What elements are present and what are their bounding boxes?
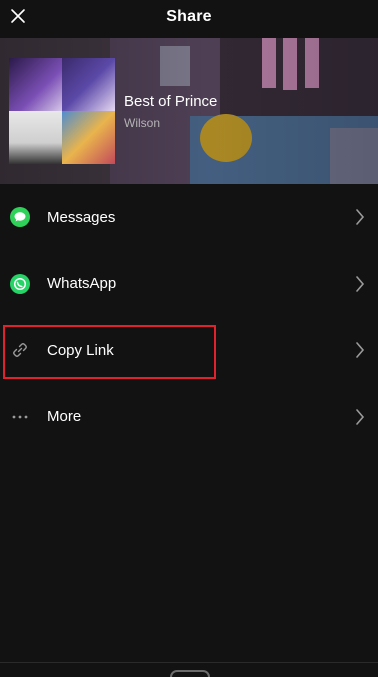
chevron-right-icon: [354, 408, 366, 425]
messages-icon: [10, 207, 30, 228]
album-art-purple-rain: [9, 58, 62, 111]
home-indicator[interactable]: [170, 670, 210, 677]
album-art-1999: [62, 58, 115, 111]
share-options-list: Messages WhatsApp Copy Link More: [0, 184, 378, 450]
chevron-right-icon: [354, 342, 366, 359]
more-icon: [10, 407, 30, 427]
playlist-owner: Wilson: [124, 116, 161, 130]
album-art-prince: [9, 111, 62, 164]
playlist-name: Best of Prince: [124, 93, 218, 110]
share-option-label: Messages: [47, 208, 116, 226]
whatsapp-icon: [10, 273, 30, 294]
chevron-right-icon: [354, 275, 366, 292]
chevron-right-icon: [354, 209, 366, 226]
share-option-messages[interactable]: Messages: [0, 184, 378, 251]
playlist-header: Best of Prince Wilson: [0, 38, 378, 184]
page-title: Share: [166, 8, 212, 25]
link-icon: [10, 340, 30, 360]
share-option-whatsapp[interactable]: WhatsApp: [0, 251, 378, 318]
top-bar: Share: [0, 0, 378, 38]
album-art-around-the-world: [62, 111, 115, 164]
share-option-label: WhatsApp: [47, 275, 117, 293]
share-option-more[interactable]: More: [0, 384, 378, 451]
share-option-copy-link[interactable]: Copy Link: [0, 317, 378, 384]
divider: [0, 662, 378, 663]
share-option-label: Copy Link: [47, 341, 114, 359]
share-option-label: More: [47, 408, 82, 426]
playlist-cover: [9, 58, 115, 164]
